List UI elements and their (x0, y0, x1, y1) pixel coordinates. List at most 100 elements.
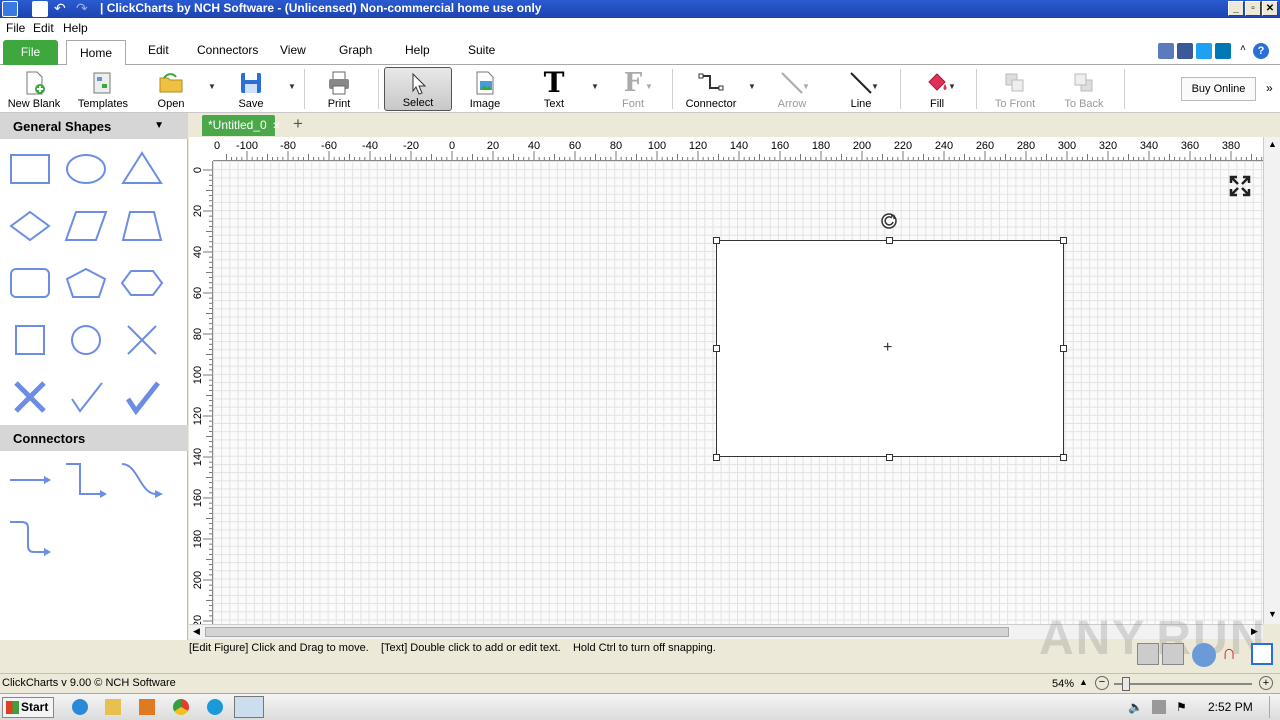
tab-edit[interactable]: Edit (148, 43, 169, 57)
text-tool-icon[interactable] (1162, 643, 1184, 665)
show-desktop-button[interactable] (1269, 696, 1279, 718)
hexagon-shape[interactable] (120, 261, 164, 305)
redo-icon[interactable]: ↷ (76, 1, 92, 17)
toolbar-overflow-icon[interactable]: » (1266, 81, 1273, 95)
scroll-up-icon[interactable]: ▲ (1268, 139, 1277, 149)
tab-graph[interactable]: Graph (339, 43, 372, 57)
square-shape[interactable] (8, 318, 52, 362)
speaker-icon[interactable]: 🔈 (1128, 700, 1143, 714)
parallelogram-shape[interactable] (64, 204, 108, 248)
edge-icon[interactable] (207, 699, 223, 715)
action-center-flag-icon[interactable]: ⚑ (1176, 700, 1190, 714)
restore-button[interactable]: ▫ (1245, 1, 1261, 16)
resize-handle-s[interactable] (886, 454, 893, 461)
rounded-elbow-connector[interactable] (8, 516, 52, 560)
network-icon[interactable] (1152, 700, 1166, 714)
connector-button[interactable]: Connector (684, 67, 738, 111)
zoom-slider[interactable] (1114, 683, 1252, 685)
close-button[interactable]: ✕ (1262, 1, 1278, 16)
text-dropdown-icon[interactable]: ▼ (591, 82, 599, 91)
quick-new-icon[interactable] (32, 1, 48, 17)
text-button[interactable]: T Text (535, 67, 573, 111)
rotate-handle-icon[interactable] (880, 212, 898, 230)
vertical-scrollbar[interactable]: ▲ ▼ (1263, 137, 1280, 624)
tab-home[interactable]: Home (66, 40, 126, 66)
magnet-icon[interactable]: ∩ (1222, 643, 1244, 665)
straight-arrow-connector[interactable] (8, 458, 52, 502)
templates-button[interactable]: Templates (75, 67, 131, 111)
bold-x-shape[interactable] (8, 375, 52, 419)
pentagon-shape[interactable] (64, 261, 108, 305)
connectors-header[interactable]: Connectors (0, 425, 188, 451)
to-back-button[interactable]: To Back (1060, 67, 1108, 111)
menu-file[interactable]: File (6, 21, 25, 35)
scroll-left-icon[interactable]: ◀ (193, 626, 200, 637)
tab-connectors[interactable]: Connectors (197, 43, 258, 57)
chrome-icon[interactable] (173, 699, 189, 715)
drawing-canvas[interactable]: + (213, 161, 1263, 624)
buy-online-button[interactable]: Buy Online (1181, 77, 1256, 101)
general-shapes-header[interactable]: General Shapes ▼ (0, 113, 188, 139)
new-blank-button[interactable]: New Blank (6, 67, 62, 111)
tab-suite[interactable]: Suite (468, 43, 495, 57)
thin-check-shape[interactable] (64, 375, 108, 419)
help-icon[interactable]: ? (1253, 43, 1269, 59)
bold-check-shape[interactable] (120, 375, 164, 419)
view-tool-icon[interactable] (1137, 643, 1159, 665)
fill-dropdown-icon[interactable]: ▼ (948, 82, 956, 91)
save-dropdown-icon[interactable]: ▼ (288, 82, 296, 91)
trapezoid-shape[interactable] (120, 204, 164, 248)
open-dropdown-icon[interactable]: ▼ (208, 82, 216, 91)
line-dropdown-icon[interactable]: ▼ (871, 82, 879, 91)
curved-arrow-connector[interactable] (120, 458, 164, 502)
arrow-dropdown-icon[interactable]: ▼ (802, 82, 810, 91)
image-button[interactable]: Image (464, 67, 506, 111)
resize-handle-nw[interactable] (713, 237, 720, 244)
connector-dropdown-icon[interactable]: ▼ (748, 82, 756, 91)
resize-handle-sw[interactable] (713, 454, 720, 461)
zoom-out-icon[interactable]: − (1095, 676, 1109, 690)
tab-file[interactable]: File (3, 40, 58, 65)
to-front-button[interactable]: To Front (990, 67, 1040, 111)
print-button[interactable]: Print (320, 67, 358, 111)
explorer-icon[interactable] (105, 699, 121, 715)
rounded-rectangle-shape[interactable] (8, 261, 52, 305)
triangle-shape[interactable] (120, 147, 164, 191)
resize-handle-ne[interactable] (1060, 237, 1067, 244)
save-button[interactable]: Save (232, 67, 270, 111)
menu-edit[interactable]: Edit (33, 21, 54, 35)
clickcharts-taskbar-button[interactable] (234, 696, 264, 718)
resize-handle-e[interactable] (1060, 345, 1067, 352)
like-icon[interactable] (1158, 43, 1174, 59)
thin-x-shape[interactable] (120, 318, 164, 362)
app-icon[interactable] (2, 1, 18, 17)
fullscreen-icon[interactable] (1229, 175, 1251, 197)
diamond-shape[interactable] (8, 204, 52, 248)
resize-handle-n[interactable] (886, 237, 893, 244)
tab-help[interactable]: Help (405, 43, 430, 57)
minimize-button[interactable]: _ (1228, 1, 1244, 16)
zoom-dropdown-icon[interactable]: ▲ (1079, 677, 1088, 687)
twitter-icon[interactable] (1196, 43, 1212, 59)
media-player-icon[interactable] (139, 699, 155, 715)
collapse-ribbon-icon[interactable]: ˄ (1240, 43, 1246, 54)
circle-shape[interactable] (64, 318, 108, 362)
select-button[interactable]: Select (384, 67, 452, 111)
close-tab-icon[interactable]: ✕ (272, 121, 280, 132)
facebook-icon[interactable] (1177, 43, 1193, 59)
ellipse-shape[interactable] (64, 147, 108, 191)
zoom-slider-thumb[interactable] (1122, 677, 1130, 691)
open-button[interactable]: Open (150, 67, 192, 111)
resize-handle-se[interactable] (1060, 454, 1067, 461)
resize-handle-w[interactable] (713, 345, 720, 352)
shapes-dropdown-icon[interactable]: ▼ (154, 120, 164, 131)
undo-icon[interactable]: ↶ (54, 1, 70, 17)
add-tab-icon[interactable]: + (293, 114, 303, 134)
eye-icon[interactable] (1192, 643, 1216, 667)
elbow-arrow-connector[interactable] (64, 458, 108, 502)
zoom-in-icon[interactable]: + (1259, 676, 1273, 690)
menu-help[interactable]: Help (63, 21, 88, 35)
ie-icon[interactable] (72, 699, 88, 715)
linkedin-icon[interactable] (1215, 43, 1231, 59)
tab-view[interactable]: View (280, 43, 306, 57)
